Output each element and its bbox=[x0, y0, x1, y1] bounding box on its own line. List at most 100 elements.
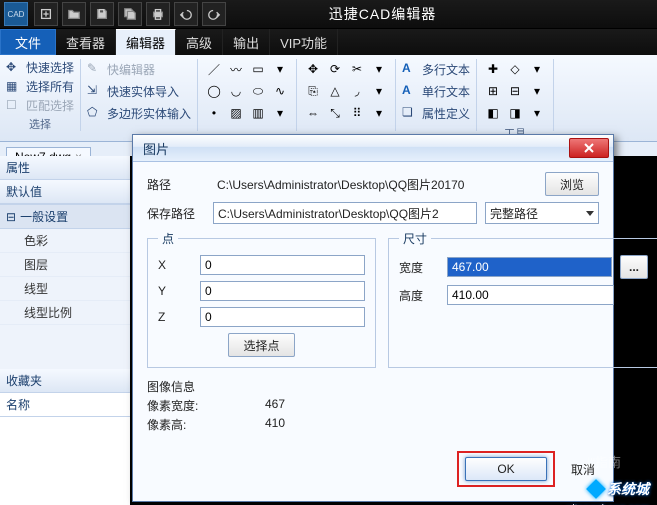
m8-icon[interactable]: ◨ bbox=[505, 103, 525, 123]
point-icon[interactable]: • bbox=[204, 103, 224, 123]
file-menu[interactable]: 文件 bbox=[0, 29, 56, 55]
dd3-icon[interactable]: ▾ bbox=[369, 103, 389, 123]
poly-entity-label: 多边形实体输入 bbox=[107, 105, 191, 122]
menu-row: 文件 查看器 编辑器 高级 输出 VIP功能 bbox=[0, 29, 657, 55]
m9-icon[interactable]: ▾ bbox=[527, 103, 547, 123]
multiline-text-button[interactable]: A多行文本 bbox=[402, 59, 470, 79]
quick-editor-button: ✎快编辑器 bbox=[87, 59, 191, 79]
point-fieldset: 点 X Y Z 选择点 bbox=[147, 230, 376, 368]
region-icon[interactable]: ▥ bbox=[248, 103, 268, 123]
prop-color[interactable]: 色彩 bbox=[0, 229, 130, 253]
height-label: 高度 bbox=[399, 287, 439, 304]
match-select-label: 匹配选择 bbox=[26, 97, 74, 114]
m6-icon[interactable]: ▾ bbox=[527, 81, 547, 101]
scale-icon[interactable]: ⤡ bbox=[325, 103, 345, 123]
dropdown-arrow-icon bbox=[586, 211, 594, 216]
print-icon[interactable] bbox=[146, 2, 170, 26]
z-input[interactable] bbox=[200, 307, 365, 327]
browse-button[interactable]: 浏览 bbox=[545, 172, 599, 196]
m4-icon[interactable]: ⊞ bbox=[483, 81, 503, 101]
prop-layer[interactable]: 图层 bbox=[0, 253, 130, 277]
px-width-value: 467 bbox=[225, 397, 285, 414]
quick-entity-button[interactable]: ⇲快速实体导入 bbox=[87, 81, 191, 101]
undo-icon[interactable] bbox=[174, 2, 198, 26]
arc-icon[interactable]: ◡ bbox=[226, 81, 246, 101]
y-label: Y bbox=[158, 284, 192, 298]
mirror-icon[interactable]: △ bbox=[325, 81, 345, 101]
new-file-icon[interactable] bbox=[34, 2, 58, 26]
select-all-icon: ▦ bbox=[6, 79, 22, 95]
dialog-close-button[interactable] bbox=[569, 138, 609, 158]
text-a-icon: A bbox=[402, 61, 418, 77]
tab-vip[interactable]: VIP功能 bbox=[270, 29, 338, 55]
save-path-field[interactable]: C:\Users\Administrator\Desktop\QQ图片2 bbox=[213, 202, 477, 224]
quick-select-button[interactable]: ✥快速选择 bbox=[6, 59, 74, 76]
select-all-button[interactable]: ▦选择所有 bbox=[6, 78, 74, 95]
save-path-mode-select[interactable]: 完整路径 bbox=[485, 202, 599, 224]
m7-icon[interactable]: ◧ bbox=[483, 103, 503, 123]
watermark-hint: |"指南 bbox=[587, 452, 621, 471]
line-icon[interactable]: ／ bbox=[204, 59, 224, 79]
favorites-name-col: 名称 bbox=[0, 393, 130, 417]
prop-ltscale[interactable]: 线型比例 bbox=[0, 301, 130, 325]
tab-editor[interactable]: 编辑器 bbox=[116, 29, 176, 55]
diamond-icon bbox=[586, 479, 606, 499]
x-input[interactable] bbox=[200, 255, 365, 275]
ellipse-icon[interactable]: ⬭ bbox=[248, 81, 268, 101]
watermark: 系统城 bbox=[589, 479, 649, 499]
cursor-icon: ✥ bbox=[6, 60, 22, 76]
app-logo: CAD bbox=[4, 2, 28, 26]
copy-icon[interactable]: ⎘ bbox=[303, 81, 323, 101]
array-icon[interactable]: ⠿ bbox=[347, 103, 367, 123]
image-info-title: 图像信息 bbox=[147, 378, 599, 395]
dialog-titlebar[interactable]: 图片 bbox=[133, 135, 613, 162]
rect-icon[interactable]: ▭ bbox=[248, 59, 268, 79]
trim-icon[interactable]: ✂ bbox=[347, 59, 367, 79]
hatch-icon[interactable]: ▨ bbox=[226, 103, 246, 123]
watermark-brand: 系统城 bbox=[607, 479, 649, 499]
m3-icon[interactable]: ▾ bbox=[527, 59, 547, 79]
fillet-icon[interactable]: ◞ bbox=[347, 81, 367, 101]
y-input[interactable] bbox=[200, 281, 365, 301]
poly-entity-button[interactable]: ⬠多边形实体输入 bbox=[87, 103, 191, 123]
polyline-icon[interactable]: 〰 bbox=[226, 59, 246, 79]
open-file-icon[interactable] bbox=[62, 2, 86, 26]
height-input[interactable] bbox=[447, 285, 614, 305]
width-label: 宽度 bbox=[399, 259, 439, 276]
more-icon[interactable]: ▾ bbox=[270, 103, 290, 123]
stretch-icon[interactable]: ⇔ bbox=[303, 103, 323, 123]
save-icon[interactable] bbox=[90, 2, 114, 26]
singleline-text-label: 单行文本 bbox=[422, 83, 470, 100]
px-width-label: 像素宽度: bbox=[147, 397, 217, 414]
match-select-button: ☐匹配选择 bbox=[6, 97, 74, 114]
group-label-select: 选择 bbox=[6, 116, 74, 132]
tab-output[interactable]: 输出 bbox=[223, 29, 270, 55]
tab-advanced[interactable]: 高级 bbox=[176, 29, 223, 55]
ok-button[interactable]: OK bbox=[465, 457, 547, 481]
properties-default[interactable]: 默认值 bbox=[0, 180, 130, 204]
width-input[interactable] bbox=[447, 257, 612, 277]
draw-tools-grid: ／ 〰 ▭ ▾ ◯ ◡ ⬭ ∿ • ▨ ▥ ▾ bbox=[204, 59, 290, 123]
tab-viewer[interactable]: 查看器 bbox=[56, 29, 116, 55]
m5-icon[interactable]: ⊟ bbox=[505, 81, 525, 101]
save-all-icon[interactable] bbox=[118, 2, 142, 26]
dropdown-icon[interactable]: ▾ bbox=[270, 59, 290, 79]
select-point-button[interactable]: 选择点 bbox=[228, 333, 294, 357]
prop-linetype[interactable]: 线型 bbox=[0, 277, 130, 301]
spline-icon[interactable]: ∿ bbox=[270, 81, 290, 101]
attr-def-button[interactable]: ❏属性定义 bbox=[402, 103, 470, 123]
m2-icon[interactable]: ◇ bbox=[505, 59, 525, 79]
dd2-icon[interactable]: ▾ bbox=[369, 81, 389, 101]
redo-icon[interactable] bbox=[202, 2, 226, 26]
singleline-text-button[interactable]: A单行文本 bbox=[402, 81, 470, 101]
dd1-icon[interactable]: ▾ bbox=[369, 59, 389, 79]
favorites-title: 收藏夹 bbox=[0, 369, 130, 393]
quick-entity-label: 快速实体导入 bbox=[107, 83, 179, 100]
section-general[interactable]: ⊟一般设置 bbox=[0, 204, 130, 229]
dialog-title: 图片 bbox=[143, 139, 169, 158]
rotate-icon[interactable]: ⟳ bbox=[325, 59, 345, 79]
m1-icon[interactable]: ✚ bbox=[483, 59, 503, 79]
move-icon[interactable]: ✥ bbox=[303, 59, 323, 79]
circle-icon[interactable]: ◯ bbox=[204, 81, 224, 101]
width-more-button[interactable]: ... bbox=[620, 255, 648, 279]
